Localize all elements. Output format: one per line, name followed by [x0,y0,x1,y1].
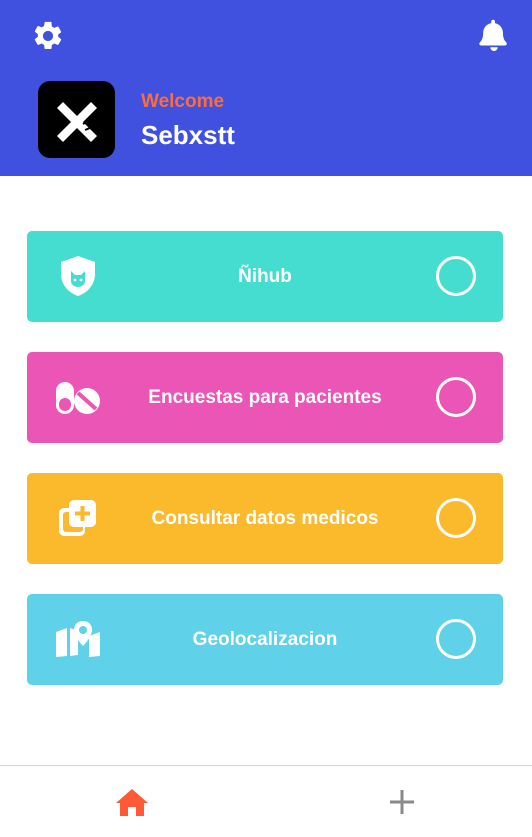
app-header: Welcome Sebxstt [0,0,532,176]
username: Sebxstt [141,120,235,150]
menu-card-encuestas[interactable]: Encuestas para pacientes [27,352,503,443]
menu-card-consultar[interactable]: Consultar datos medicos [27,473,503,564]
menu-card-geolocalizacion[interactable]: Geolocalizacion [27,594,503,685]
radio-indicator[interactable] [436,377,476,417]
plus-icon[interactable] [384,784,420,820]
welcome-label: Welcome [141,91,225,112]
x-logo-icon [56,101,97,142]
radio-indicator[interactable] [436,498,476,538]
bell-icon[interactable] [476,17,512,53]
radio-indicator[interactable] [436,619,476,659]
gear-icon[interactable] [30,18,66,54]
menu-card-nihub[interactable]: Ñihub [27,231,503,322]
pills-icon [55,374,101,420]
avatar [38,81,115,158]
bottom-nav [0,765,532,837]
home-icon[interactable] [114,784,150,820]
map-icon [55,616,101,662]
shield-cat-icon [55,253,101,299]
radio-indicator[interactable] [436,256,476,296]
medical-records-icon [55,495,101,541]
